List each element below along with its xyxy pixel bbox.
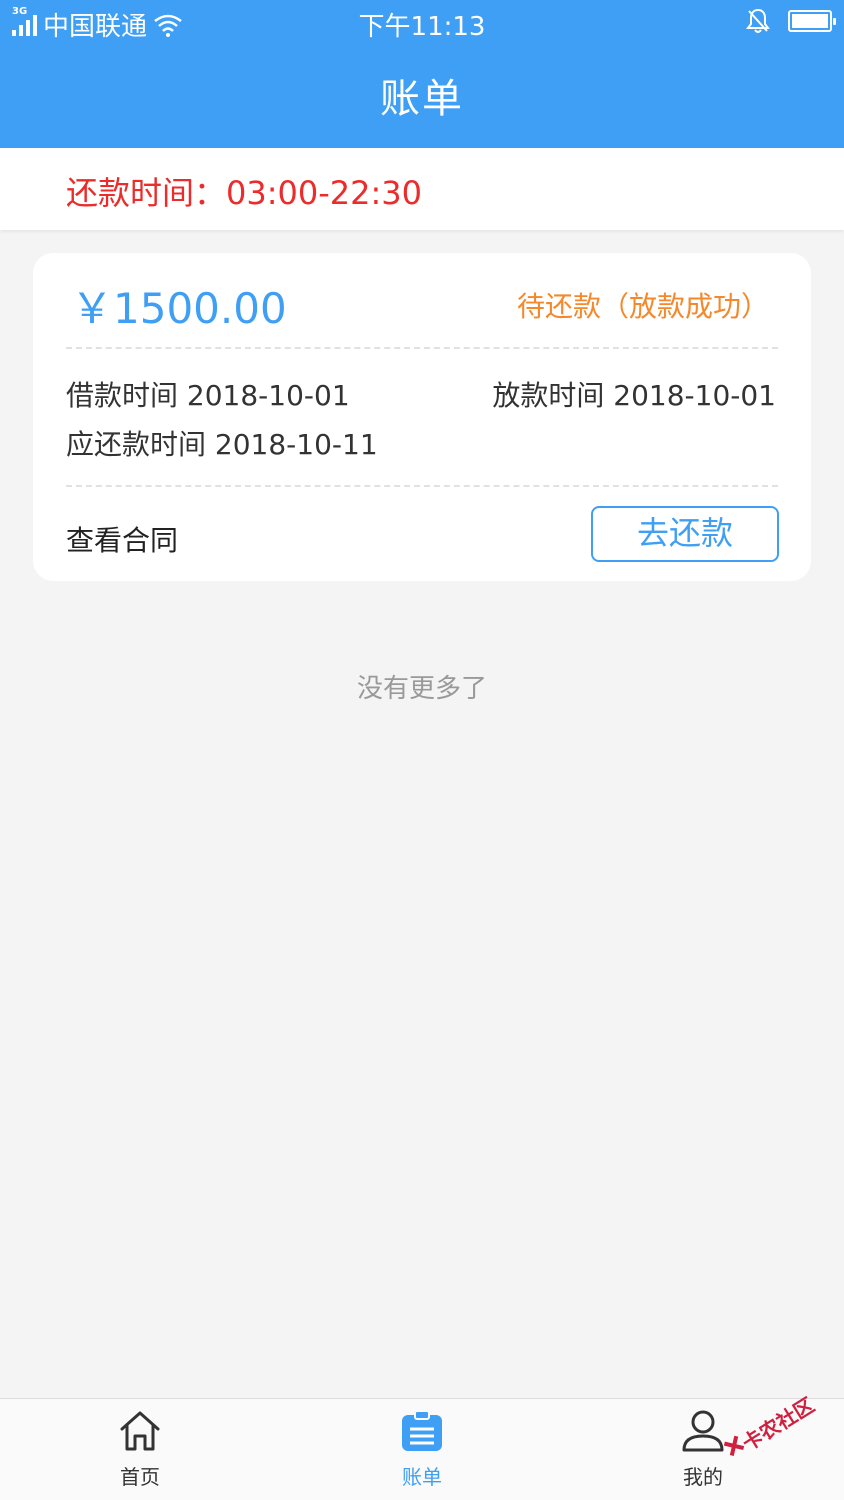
repay-time-text: 还款时间：03:00-22:30 [66,174,422,212]
bill-amount: ￥1500.00 [71,284,287,333]
bell-off-icon [746,8,770,33]
status-right [746,8,836,34]
due-date-value: 2018-10-11 [214,428,378,461]
view-contract-link[interactable]: 查看合同 [66,519,178,559]
loan-date-label: 借款时间 [66,379,179,412]
tab-bill-label: 账单 [402,1465,442,1489]
disburse-date-row: 放款时间 2018-10-01 [492,374,776,414]
battery-icon [788,10,836,32]
loan-date-row: 借款时间 2018-10-01 [66,374,350,414]
bottom-tab-bar: 首页 账单 我的 [0,1398,844,1500]
list-end-text: 没有更多了 [356,674,487,704]
loan-date-value: 2018-10-01 [186,379,350,412]
page-title: 账单 [380,76,464,122]
due-date-label: 应还款时间 [66,428,207,461]
divider [66,347,778,349]
tab-home[interactable]: 首页 [80,1399,200,1500]
bill-card[interactable]: ￥1500.00 待还款（放款成功） 借款时间 2018-10-01 放款时间 … [33,253,811,581]
divider [66,485,778,487]
tab-home-label: 首页 [120,1465,160,1489]
bill-status: 待还款（放款成功） [516,290,769,323]
home-icon [120,1411,160,1451]
repay-time-notice: 还款时间：03:00-22:30 [0,148,844,230]
due-date-row: 应还款时间 2018-10-11 [66,423,378,463]
tab-bill[interactable]: 账单 [362,1399,482,1500]
status-time: 下午11:13 [358,12,486,42]
disburse-date-value: 2018-10-01 [613,379,776,412]
repay-button[interactable]: 去还款 [591,506,779,562]
app-header: 3G 中国联通 下午11:13 账单 [0,0,844,148]
bill-icon [402,1410,442,1451]
disburse-date-label: 放款时间 [492,379,605,412]
status-bar: 3G 中国联通 下午11:13 [0,0,844,46]
